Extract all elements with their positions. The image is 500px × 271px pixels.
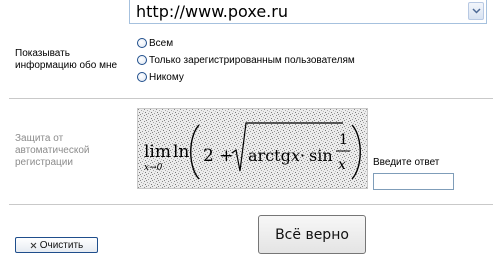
reset-button[interactable]: Очистить — [15, 237, 98, 253]
privacy-option-label: Всем — [149, 37, 174, 49]
captcha-label-line2: автоматической — [15, 145, 90, 156]
svg-text:2 +: 2 + — [203, 146, 233, 166]
svg-text:ln: ln — [173, 142, 189, 162]
captcha-label-line1: Защита от — [15, 133, 64, 144]
captcha-answer-input[interactable] — [373, 173, 454, 190]
chevron-down-icon — [472, 8, 481, 14]
svg-text:1: 1 — [339, 132, 348, 148]
svg-text:sin: sin — [309, 146, 333, 165]
privacy-option-registered[interactable]: Только зарегистрированным пользователям — [137, 53, 355, 67]
svg-text:x: x — [338, 157, 346, 173]
captcha-image: lim x→0 ln 2 + arctg x · sin 1 x — [137, 108, 368, 189]
svg-text:x→0: x→0 — [144, 163, 163, 173]
radio-button[interactable] — [137, 38, 147, 48]
radio-button[interactable] — [137, 55, 147, 65]
answer-label: Введите ответ — [373, 157, 440, 168]
radio-button[interactable] — [137, 72, 147, 82]
privacy-label-line2: информацию обо мне — [15, 60, 118, 71]
url-dropdown-button[interactable] — [468, 2, 484, 20]
privacy-option-nobody[interactable]: Никому — [137, 70, 184, 84]
url-field[interactable]: http://www.poxe.ru — [129, 0, 487, 24]
captcha-formula-image: lim x→0 ln 2 + arctg x · sin 1 x — [138, 109, 367, 188]
close-icon — [30, 242, 37, 248]
privacy-option-all[interactable]: Всем — [137, 36, 173, 50]
privacy-label-line1: Показывать — [15, 48, 70, 59]
section-divider — [9, 204, 493, 205]
privacy-label: Показывать информацию обо мне — [15, 48, 117, 72]
submit-button-label: Всё верно — [275, 226, 349, 243]
svg-text:arctg: arctg — [248, 146, 291, 165]
svg-text:·: · — [300, 146, 305, 165]
url-field-value: http://www.poxe.ru — [136, 2, 288, 21]
privacy-option-label: Никому — [149, 71, 184, 83]
submit-button[interactable]: Всё верно — [258, 215, 366, 254]
svg-text:x: x — [291, 146, 300, 165]
svg-text:lim: lim — [144, 142, 171, 162]
privacy-option-label: Только зарегистрированным пользователям — [149, 54, 355, 66]
section-divider — [9, 98, 493, 99]
captcha-label: Защита от автоматической регистрации — [15, 133, 89, 169]
captcha-label-line3: регистрации — [15, 157, 73, 168]
reset-button-label: Очистить — [39, 239, 84, 251]
